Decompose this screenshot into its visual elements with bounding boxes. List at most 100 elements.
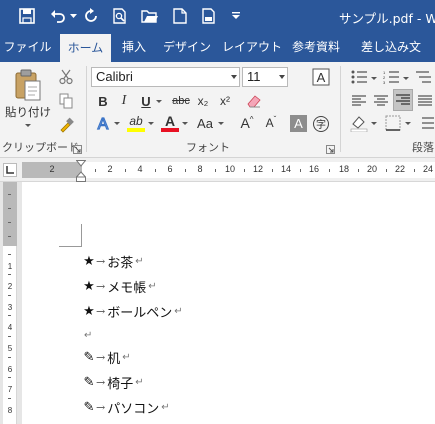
tab-arrow-icon: → [96, 400, 106, 414]
grow-font-button[interactable]: A ^ [238, 113, 256, 133]
list-item[interactable]: ★ → お茶 ↵ [83, 252, 143, 271]
list-item-text: お茶 [107, 255, 134, 271]
numbering-dropdown-icon[interactable] [403, 77, 409, 80]
list-item[interactable]: ★ → ボールペン ↵ [83, 302, 182, 321]
list-item[interactable]: ✎ → 机 ↵ [83, 348, 131, 367]
ruler-number: 8 [197, 164, 203, 174]
ruler-tick [8, 274, 11, 275]
ruler-number: 2 [49, 164, 55, 174]
paste-button[interactable]: 貼り付け [3, 105, 53, 119]
underline-dropdown-icon[interactable] [156, 100, 162, 103]
tab-references[interactable]: 参考資料 [288, 33, 344, 62]
enclosed-characters-button[interactable]: 字 [312, 114, 330, 134]
list-item-text: ボールペン [107, 305, 173, 321]
italic-button[interactable]: I [117, 91, 131, 111]
ruler-tick [244, 169, 245, 172]
undo-icon[interactable] [48, 4, 68, 28]
export-icon[interactable] [198, 4, 220, 28]
text-effects-button[interactable]: A [94, 113, 112, 133]
shrink-font-button[interactable]: Aˇ [262, 113, 280, 133]
paragraph-mark-icon[interactable]: ↵ [84, 330, 92, 341]
tab-insert[interactable]: 挿入 [116, 33, 152, 62]
shading-dropdown-icon[interactable] [371, 122, 377, 125]
character-shading-button[interactable]: A [290, 115, 307, 132]
align-right-icon[interactable] [393, 89, 413, 111]
cut-icon[interactable] [58, 67, 74, 87]
redo-icon[interactable] [81, 4, 101, 28]
highlight-dropdown-icon[interactable] [148, 122, 154, 125]
ruler-tick [8, 315, 11, 316]
underline-button[interactable]: U [139, 91, 153, 111]
numbering-icon[interactable]: 123 [382, 67, 400, 87]
tab-home[interactable]: ホーム [60, 33, 111, 62]
borders-dropdown-icon[interactable] [405, 122, 411, 125]
ruler-tick [8, 254, 11, 255]
save-icon[interactable] [15, 4, 39, 28]
ruler-tick [8, 357, 11, 358]
strikethrough-button[interactable]: abc [170, 91, 192, 111]
multilevel-list-icon[interactable] [414, 67, 432, 87]
paragraph-more-icon[interactable] [418, 113, 435, 133]
justify-icon[interactable] [416, 91, 434, 111]
ruler-number: 2 [107, 164, 113, 174]
tab-file[interactable]: ファイル [0, 33, 55, 62]
font-launcher-icon[interactable] [326, 143, 335, 154]
bullets-icon[interactable] [350, 67, 368, 87]
font-color-button[interactable]: A [160, 113, 180, 133]
list-item[interactable]: ★ → メモ帳 ↵ [83, 277, 156, 296]
list-item[interactable]: ✎ → パソコン ↵ [83, 398, 170, 417]
shading-icon[interactable] [350, 113, 368, 133]
ruler-number: 8 [7, 406, 13, 415]
subscript-button[interactable]: x₂ [194, 91, 212, 111]
vertical-ruler[interactable]: 1 2 3 4 5 6 7 8 [3, 182, 17, 424]
grow-font-label: A [240, 115, 250, 131]
paste-icon[interactable] [12, 67, 44, 103]
highlight-button[interactable]: ab [126, 113, 146, 133]
group-separator [340, 66, 341, 152]
font-color-dropdown-icon[interactable] [182, 122, 188, 125]
font-group-label: フォント [186, 141, 230, 154]
align-left-icon[interactable] [350, 91, 368, 111]
tab-layout[interactable]: レイアウト [222, 33, 282, 62]
ruler-tick [8, 377, 11, 378]
bold-button[interactable]: B [96, 91, 110, 111]
customize-dropdown-icon[interactable] [230, 4, 242, 28]
format-painter-icon[interactable] [57, 115, 75, 135]
tab-design[interactable]: デザイン [160, 33, 214, 62]
text-effects-dropdown-icon[interactable] [114, 122, 120, 125]
new-document-icon[interactable] [170, 4, 190, 28]
bullets-dropdown-icon[interactable] [371, 77, 377, 80]
superscript-button[interactable]: x² [216, 91, 234, 111]
tab-mailings[interactable]: 差し込み文 [355, 33, 435, 62]
svg-text:A: A [317, 70, 326, 85]
undo-dropdown-icon[interactable] [68, 4, 78, 28]
align-center-icon[interactable] [372, 91, 390, 111]
change-case-button[interactable]: Aa [194, 113, 216, 133]
clear-formatting-icon[interactable]: A [312, 67, 330, 87]
print-preview-icon[interactable] [110, 4, 130, 28]
list-item[interactable]: ✎ → 椅子 ↵ [83, 373, 144, 392]
list-item-text: パソコン [107, 401, 160, 417]
font-name-combo[interactable]: Calibri [91, 67, 240, 87]
ruler-tick [125, 169, 126, 172]
borders-icon[interactable] [384, 113, 402, 133]
font-size-combo[interactable]: 11 [242, 67, 288, 87]
ruler-tick [272, 169, 273, 172]
open-icon[interactable] [140, 4, 160, 28]
clear-all-formatting-icon[interactable] [246, 91, 264, 111]
copy-icon[interactable] [58, 91, 74, 111]
ruler-tick [8, 336, 11, 337]
tab-selector-icon[interactable] [3, 163, 17, 177]
list-item-text: 椅子 [107, 376, 134, 392]
clipboard-group-label: クリップボード [2, 141, 79, 154]
font-name-dropdown-icon[interactable] [231, 75, 237, 79]
ruler-tick [8, 398, 11, 399]
ruler-tick [8, 295, 11, 296]
grow-font-caret-icon: ^ [249, 114, 254, 124]
paste-dropdown-icon[interactable] [25, 124, 31, 127]
change-case-dropdown-icon[interactable] [218, 122, 224, 125]
ruler-tick [386, 169, 387, 172]
font-size-dropdown-icon[interactable] [279, 75, 285, 79]
clipboard-launcher-icon[interactable] [73, 143, 82, 154]
margin-corner-mark [59, 246, 81, 247]
